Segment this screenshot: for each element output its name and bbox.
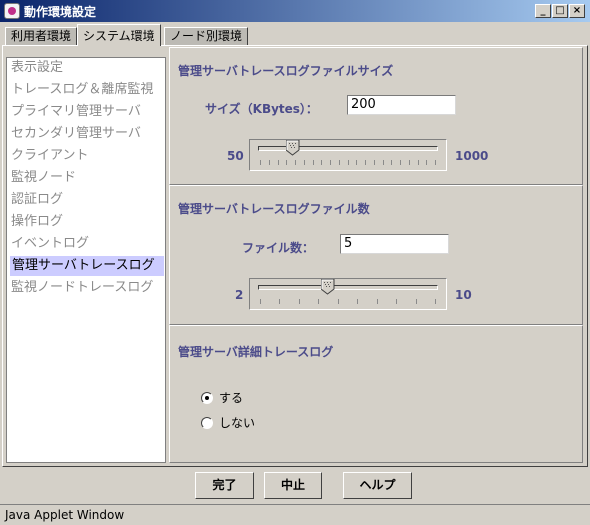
count-label: ファイル数： (242, 241, 315, 255)
minimize-button[interactable]: _ (535, 4, 551, 18)
radio-disable-label: しない (219, 416, 256, 430)
cancel-button[interactable]: 中止 (264, 472, 322, 499)
size-slider-ticks (260, 160, 436, 166)
slider-tick (321, 160, 322, 165)
detail-panel-title: 管理サーバ詳細トレースログ (178, 345, 334, 359)
count-input[interactable]: 5 (340, 234, 449, 254)
count-slider-track (258, 285, 438, 290)
slider-tick (330, 160, 331, 165)
list-item-primary-server[interactable]: プライマリ管理サーバ (11, 102, 141, 122)
list-item-secondary-server[interactable]: セカンダリ管理サーバ (11, 124, 141, 144)
count-slider-thumb[interactable] (320, 279, 335, 295)
list-item-event-log[interactable]: イベントログ (11, 234, 89, 254)
size-slider-max: 1000 (455, 149, 489, 163)
detail-trace-panel: 管理サーバ詳細トレースログ する しない (169, 325, 583, 463)
slider-tick (278, 160, 279, 165)
maximize-button[interactable]: □ (552, 4, 568, 18)
slider-tick (396, 299, 397, 304)
title-bar[interactable]: 動作環境設定 _ □ × (0, 0, 590, 22)
close-button[interactable]: × (569, 4, 585, 18)
slider-tick (313, 160, 314, 165)
size-slider[interactable] (249, 139, 447, 171)
list-item-monitor-node[interactable]: 監視ノード (11, 168, 76, 188)
list-item-client[interactable]: クライアント (11, 146, 88, 166)
list-item-auth-log[interactable]: 認証ログ (11, 190, 63, 210)
tab-user-environment[interactable]: 利用者環境 (5, 27, 78, 45)
filecount-panel-title: 管理サーバトレースログファイル数 (178, 202, 370, 216)
slider-tick (348, 160, 349, 165)
slider-tick (260, 160, 261, 165)
applet-icon (4, 3, 20, 19)
count-slider[interactable] (249, 278, 447, 310)
slider-tick (269, 160, 270, 165)
slider-tick (377, 299, 378, 304)
radio-disable-circle[interactable] (201, 417, 213, 429)
size-input[interactable]: 200 (347, 95, 456, 115)
radio-enable-label: する (219, 391, 244, 405)
radio-enable-circle[interactable] (201, 392, 213, 404)
slider-tick (418, 160, 419, 165)
slider-tick (339, 160, 340, 165)
slider-tick (286, 160, 287, 165)
slider-tick (295, 160, 296, 165)
list-item-tracelog-away[interactable]: トレースログ＆離席監視 (11, 80, 153, 100)
slider-tick (391, 160, 392, 165)
size-slider-thumb[interactable] (285, 140, 300, 156)
slider-tick (318, 299, 319, 304)
slider-tick (435, 160, 436, 165)
slider-tick (356, 160, 357, 165)
slider-tick (279, 299, 280, 304)
slider-tick (400, 160, 401, 165)
help-button[interactable]: ヘルプ (343, 472, 412, 499)
window-title: 動作環境設定 (24, 5, 97, 19)
status-bar: Java Applet Window (0, 504, 590, 525)
ok-button[interactable]: 完了 (195, 472, 254, 499)
filecount-panel: 管理サーバトレースログファイル数 ファイル数： 5 2 10 (169, 185, 583, 325)
settings-category-list[interactable]: 表示設定 トレースログ＆離席監視 プライマリ管理サーバ セカンダリ管理サーバ ク… (6, 57, 166, 463)
filesize-panel: 管理サーバトレースログファイルサイズ サイズ（KBytes）： 200 50 1… (169, 47, 583, 185)
list-item-node-tracelog[interactable]: 監視ノードトレースログ (11, 278, 153, 298)
slider-tick (435, 299, 436, 304)
filesize-panel-title: 管理サーバトレースログファイルサイズ (178, 64, 394, 78)
slider-tick (416, 299, 417, 304)
tab-node-environment[interactable]: ノード別環境 (164, 27, 249, 45)
count-slider-min: 2 (235, 288, 244, 302)
slider-tick (426, 160, 427, 165)
tab-system-environment[interactable]: システム環境 (77, 24, 161, 46)
slider-tick (374, 160, 375, 165)
slider-tick (338, 299, 339, 304)
count-slider-ticks (260, 299, 436, 305)
list-item-operation-log[interactable]: 操作ログ (11, 212, 63, 232)
slider-tick (260, 299, 261, 304)
slider-tick (304, 160, 305, 165)
list-item-server-tracelog[interactable]: 管理サーバトレースログ (10, 256, 164, 276)
count-slider-max: 10 (455, 288, 472, 302)
size-label: サイズ（KBytes）： (205, 102, 318, 116)
slider-tick (299, 299, 300, 304)
list-item-display-settings[interactable]: 表示設定 (11, 58, 63, 78)
slider-tick (365, 160, 366, 165)
status-text: Java Applet Window (5, 508, 125, 522)
slider-tick (357, 299, 358, 304)
slider-tick (409, 160, 410, 165)
slider-tick (383, 160, 384, 165)
size-slider-min: 50 (227, 149, 244, 163)
